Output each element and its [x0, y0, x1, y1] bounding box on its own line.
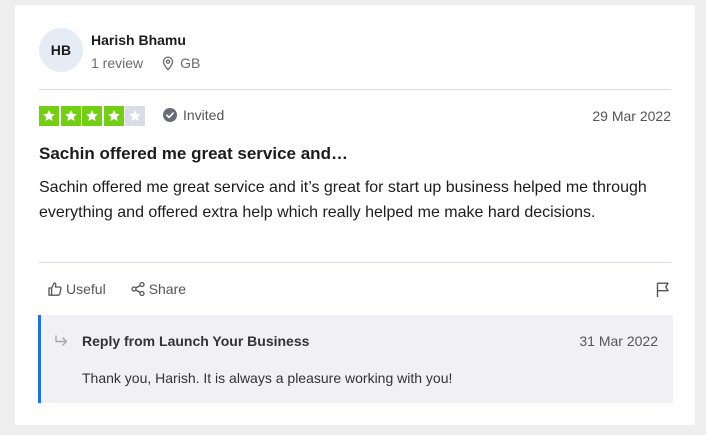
star-empty — [125, 106, 145, 126]
star-icon — [129, 110, 141, 121]
reply-body: Thank you, Harish. It is always a pleasu… — [82, 370, 453, 386]
review-date: 29 Mar 2022 — [592, 108, 671, 124]
review-card: HB Harish Bhamu 1 review GB Invited 29 M… — [15, 5, 695, 425]
star-icon — [86, 110, 98, 121]
star-icon — [64, 110, 77, 121]
reviewer-meta: 1 review GB — [91, 55, 200, 71]
share-label: Share — [148, 281, 187, 297]
reply-arrow-icon — [55, 335, 68, 346]
star-filled — [60, 106, 81, 126]
location-text: GB — [180, 55, 201, 71]
star-filled — [103, 106, 124, 126]
useful-button[interactable]: Useful — [47, 281, 106, 297]
useful-label: Useful — [66, 281, 106, 297]
star-icon — [43, 110, 55, 121]
review-actions: Useful Share — [47, 281, 186, 297]
thumbs-up-icon — [48, 282, 62, 296]
star-rating — [39, 106, 147, 126]
body-divider — [39, 262, 671, 263]
avatar-initials: HB — [50, 42, 72, 58]
avatar[interactable]: HB — [39, 28, 83, 72]
header-divider — [39, 89, 671, 90]
report-button[interactable] — [655, 281, 671, 303]
check-circle-icon — [163, 108, 177, 122]
review-body: Sachin offered me great service and it’s… — [39, 179, 647, 221]
review-title[interactable]: Sachin offered me great service and… — [39, 144, 348, 164]
location-pin-icon — [162, 55, 174, 71]
share-button[interactable]: Share — [130, 281, 186, 297]
star-icon — [107, 110, 120, 121]
invited-badge[interactable]: Invited — [163, 107, 224, 123]
invited-label: Invited — [183, 107, 225, 123]
share-icon — [131, 281, 145, 297]
reply-title: Reply from Launch Your Business — [82, 333, 310, 349]
review-count: 1 review — [91, 55, 144, 71]
company-reply: Reply from Launch Your Business 31 Mar 2… — [38, 315, 673, 403]
star-filled — [82, 106, 102, 126]
reviewer-name[interactable]: Harish Bhamu — [91, 32, 186, 48]
reply-date: 31 Mar 2022 — [579, 333, 658, 349]
reviewer-location: GB — [161, 55, 200, 71]
flag-icon — [656, 282, 669, 297]
star-filled — [39, 106, 59, 126]
